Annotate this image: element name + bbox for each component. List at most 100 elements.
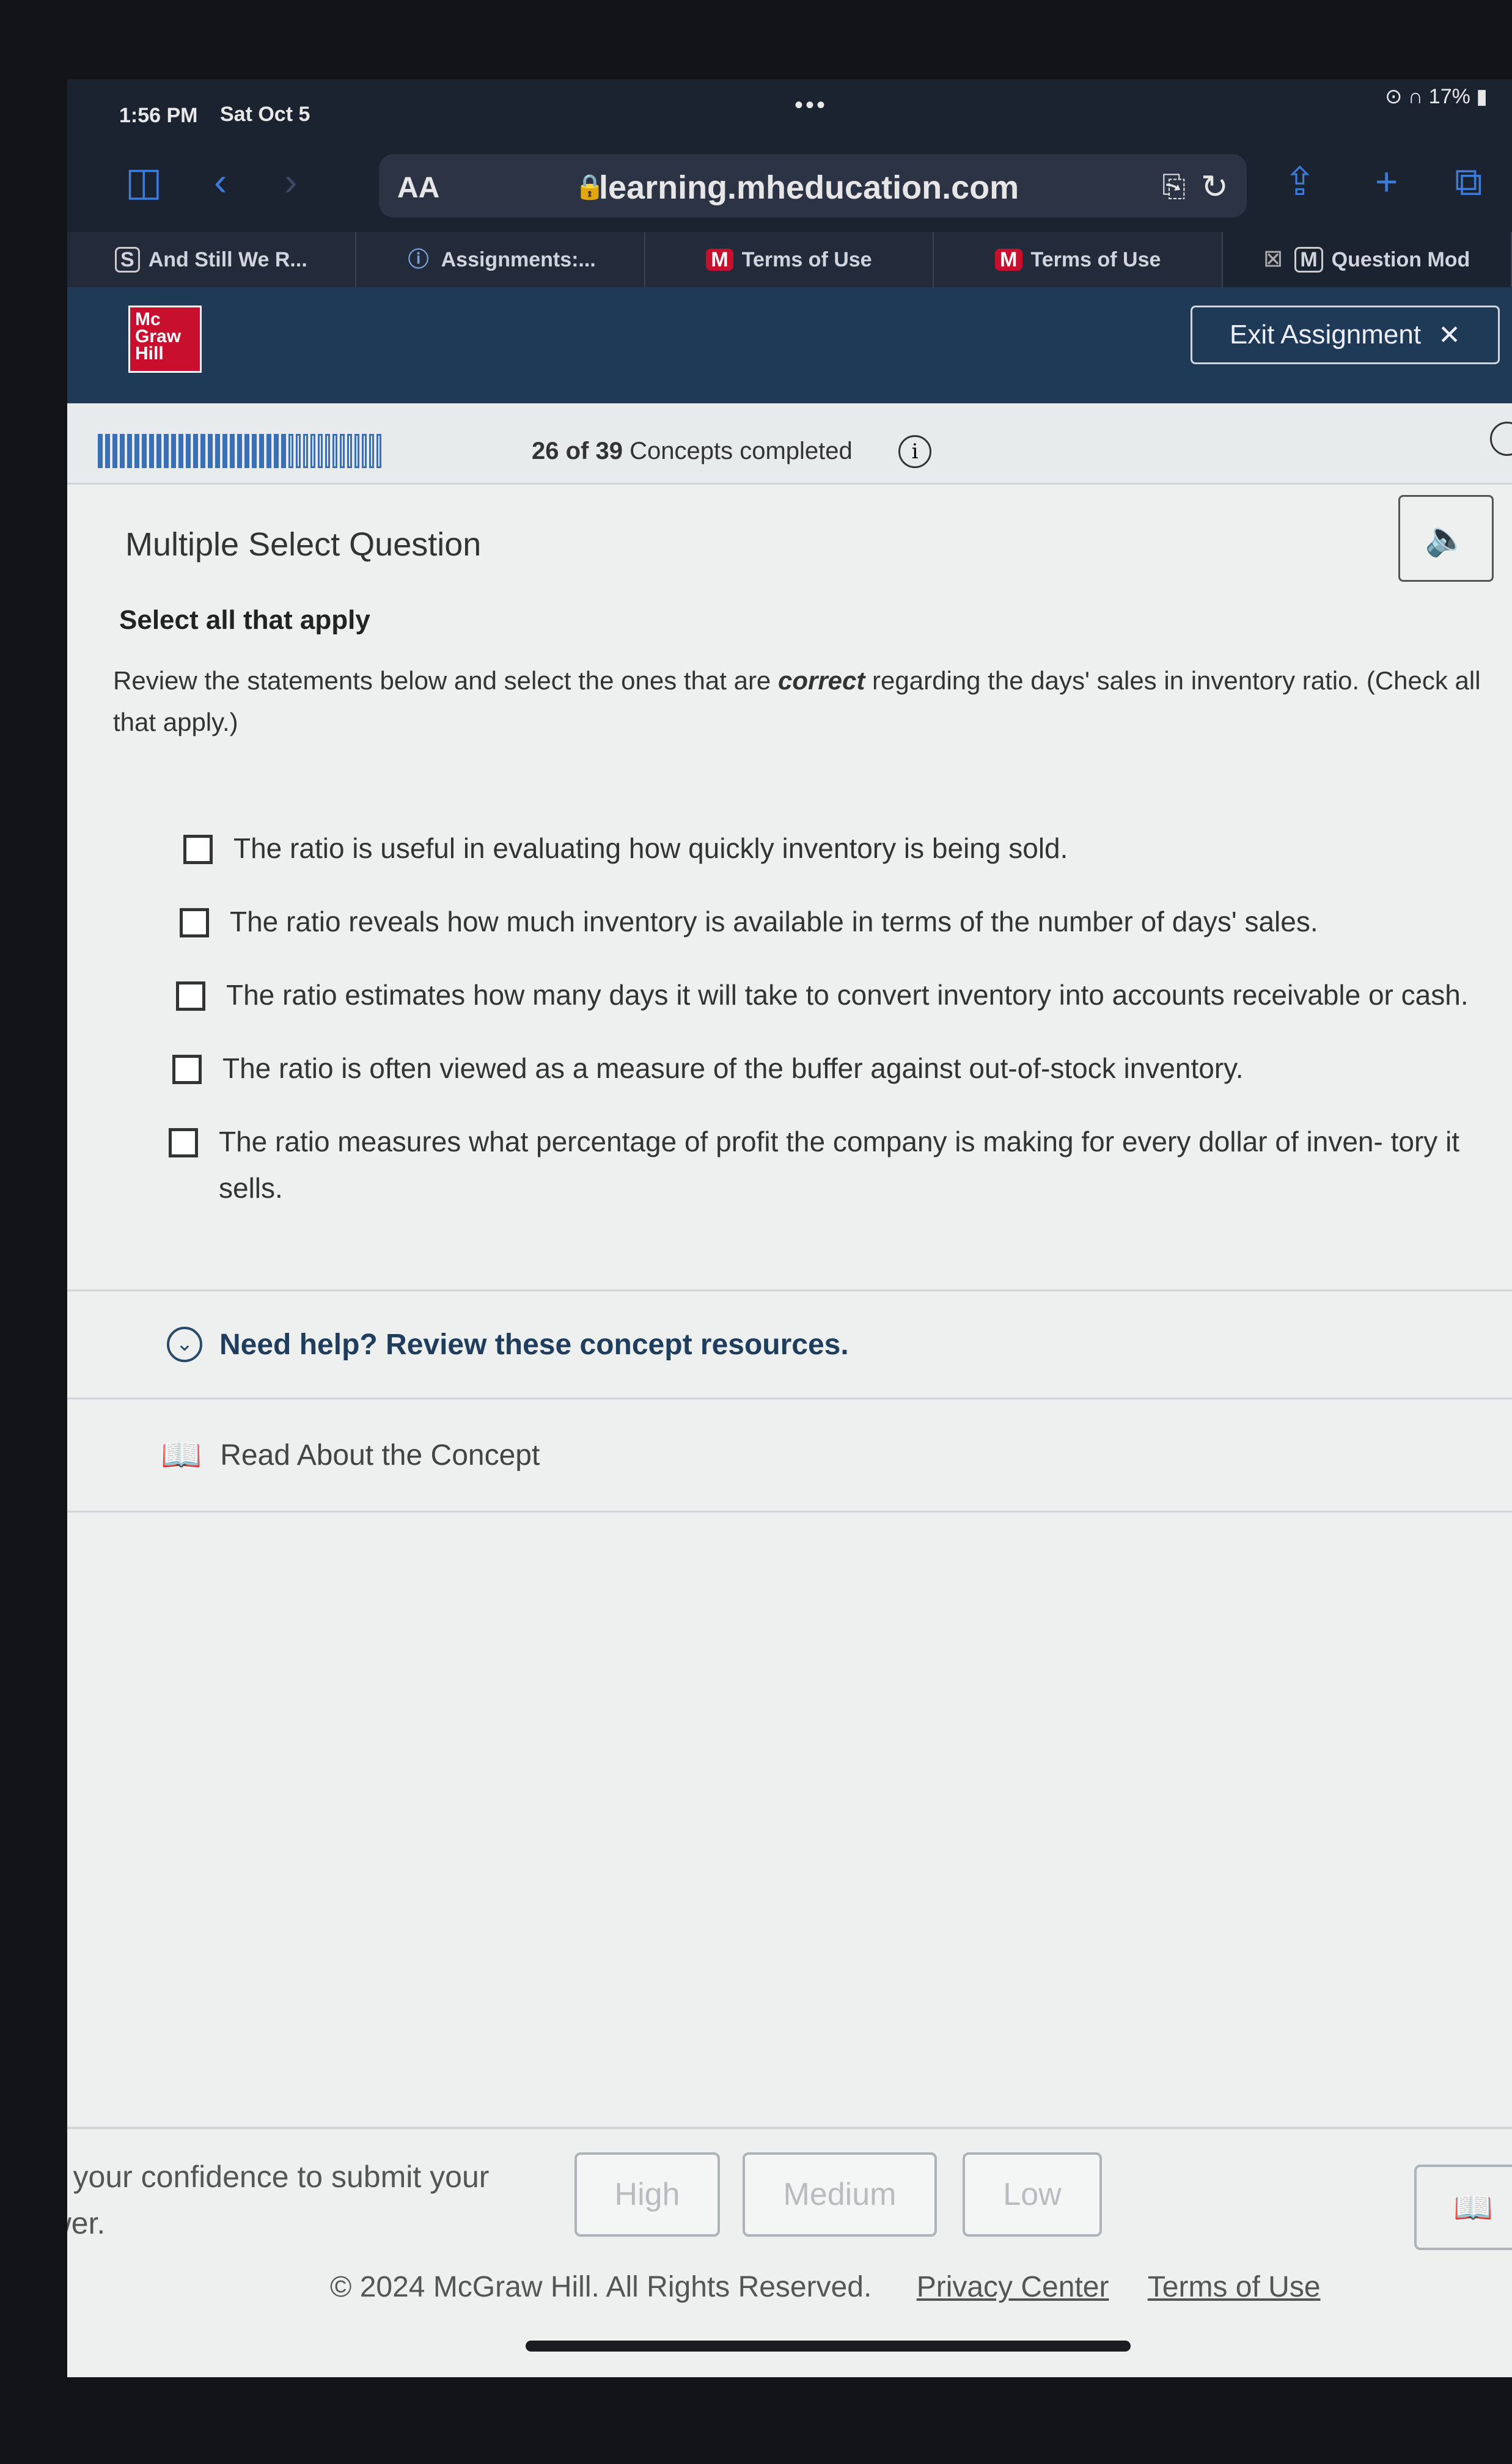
progress-segment-incomplete — [332, 434, 337, 468]
status-bar: 1:56 PM Sat Oct 5 ••• ⊙ ∩ 17% ▮ — [67, 79, 1512, 141]
tab-assignments[interactable]: ⓘ Assignments:... — [356, 232, 645, 287]
confidence-bar: Rate your confidence to submit your answ… — [67, 2127, 1512, 2250]
mheducation-icon: M — [706, 249, 733, 271]
progress-segment-incomplete — [362, 434, 367, 468]
progress-segment-complete — [178, 434, 183, 468]
progress-section: 26 of 39 Concepts completed i — [67, 403, 1512, 485]
option-text: The ratio measures what percentage of pr… — [219, 1126, 1460, 1204]
tab-and-still-we-rise[interactable]: S And Still We R... — [67, 232, 356, 287]
url-text[interactable]: learning.mheducation.com — [599, 169, 1019, 207]
status-time: 1:56 PM — [119, 104, 198, 127]
progress-segment-complete — [105, 434, 110, 468]
assignments-icon: ⓘ — [408, 248, 429, 271]
option-2[interactable]: The ratio reveals how much inventory is … — [180, 898, 1497, 945]
progress-segment-complete — [134, 434, 139, 468]
book-icon: 📖 — [161, 1436, 202, 1473]
option-checkbox[interactable] — [172, 1055, 202, 1084]
multitask-dots-icon[interactable]: ••• — [795, 92, 828, 119]
read-concept-label: Read About the Concept — [220, 1439, 540, 1472]
progress-segment-complete — [222, 434, 227, 468]
option-checkbox[interactable] — [169, 1128, 198, 1157]
option-4[interactable]: The ratio is often viewed as a measure o… — [172, 1045, 1497, 1091]
forward-icon[interactable]: › — [284, 162, 297, 201]
progress-segment-incomplete — [340, 434, 345, 468]
exit-label: Exit Assignment — [1230, 320, 1422, 350]
option-checkbox[interactable] — [180, 908, 209, 937]
progress-segment-complete — [200, 434, 205, 468]
option-checkbox[interactable] — [183, 835, 213, 864]
progress-segment-incomplete — [325, 434, 330, 468]
progress-segment-complete — [120, 434, 125, 468]
question-prompt: Review the statements below and select t… — [113, 666, 1481, 736]
help-resources-toggle[interactable]: ⌄ Need help? Review these concept resour… — [67, 1289, 1512, 1399]
sidebar-icon[interactable]: ◫ — [125, 162, 162, 201]
progress-segment-incomplete — [303, 434, 308, 468]
back-icon[interactable]: ‹ — [214, 162, 227, 201]
progress-segment-complete — [274, 434, 279, 468]
progress-segment-incomplete — [310, 434, 315, 468]
progress-segment-complete — [252, 434, 257, 468]
progress-segment-complete — [156, 434, 161, 468]
close-icon: ✕ — [1438, 320, 1461, 350]
progress-segment-complete — [142, 434, 147, 468]
s-icon: S — [115, 247, 140, 273]
progress-segment-complete — [164, 434, 169, 468]
option-checkbox[interactable] — [176, 981, 205, 1011]
option-text: The ratio reveals how much inventory is … — [230, 906, 1318, 937]
exit-assignment-button[interactable]: Exit Assignment ✕ — [1191, 306, 1500, 364]
prompt-emphasis: correct — [777, 666, 865, 695]
progress-text: 26 of 39 Concepts completed — [532, 438, 853, 465]
app-header: Mc Graw Hill Exit Assignment ✕ — [67, 287, 1512, 403]
tab-terms-of-use-1[interactable]: M Terms of Use — [645, 232, 934, 287]
option-1[interactable]: The ratio is useful in evaluating how qu… — [183, 825, 1497, 871]
option-text: The ratio estimates how many days it wil… — [226, 979, 1469, 1011]
progress-segment-complete — [259, 434, 264, 468]
book-icon: 📖 — [1453, 2190, 1493, 2226]
reading-button[interactable]: 📖 — [1414, 2165, 1512, 2250]
option-5[interactable]: The ratio measures what percentage of pr… — [169, 1118, 1497, 1211]
privacy-center-link[interactable]: Privacy Center — [917, 2271, 1109, 2303]
tab-terms-of-use-2[interactable]: M Terms of Use — [934, 232, 1224, 287]
read-about-concept-link[interactable]: 📖 Read About the Concept — [67, 1399, 1512, 1513]
progress-segment-complete — [171, 434, 176, 468]
info-icon[interactable]: i — [898, 435, 931, 468]
progress-segment-incomplete — [354, 434, 359, 468]
progress-segment-complete — [215, 434, 220, 468]
instruction-text: Select all that apply — [119, 605, 370, 635]
device-screen: 1:56 PM Sat Oct 5 ••• ⊙ ∩ 17% ▮ ◫ ‹ › AA… — [67, 79, 1512, 2377]
confidence-low-button[interactable]: Low — [963, 2152, 1102, 2237]
close-tab-icon[interactable]: ☒ — [1264, 248, 1282, 272]
address-bar[interactable]: AA 🔒 learning.mheducation.com ⎘ ↻ — [379, 154, 1247, 218]
check-circle-icon[interactable] — [1490, 422, 1512, 456]
page-footer: © 2024 McGraw Hill. All Rights Reserved.… — [330, 2270, 1321, 2304]
share-icon[interactable]: ⇪ — [1283, 162, 1316, 201]
reload-icon[interactable]: ↻ — [1201, 167, 1228, 206]
progress-label: Concepts completed — [629, 438, 853, 464]
progress-segment-complete — [186, 434, 191, 468]
reader-aa-button[interactable]: AA — [397, 171, 439, 205]
option-3[interactable]: The ratio estimates how many days it wil… — [176, 972, 1497, 1018]
progress-segment-incomplete — [318, 434, 323, 468]
mheducation-icon: M — [995, 249, 1022, 271]
progress-segment-complete — [149, 434, 154, 468]
confidence-medium-button[interactable]: Medium — [743, 2152, 937, 2237]
progress-segment-incomplete — [347, 434, 352, 468]
progress-segment-incomplete — [369, 434, 374, 468]
tab-question-mode[interactable]: ☒ M Question Mod — [1223, 232, 1512, 287]
tab-overview-icon[interactable]: ⧉ — [1455, 162, 1483, 201]
progress-segment-complete — [244, 434, 249, 468]
extension-icon[interactable]: ⎘ — [1162, 170, 1186, 204]
options-list: The ratio is useful in evaluating how qu… — [169, 825, 1497, 1238]
help-title: Need help? Review these concept resource… — [219, 1328, 849, 1361]
option-text: The ratio is often viewed as a measure o… — [222, 1052, 1244, 1084]
read-aloud-button[interactable]: 🔈 — [1398, 495, 1494, 582]
m-icon: M — [1294, 247, 1323, 273]
confidence-high-button[interactable]: High — [574, 2152, 720, 2237]
progress-segment-incomplete — [296, 434, 301, 468]
new-tab-icon[interactable]: + — [1375, 162, 1398, 201]
home-indicator[interactable] — [526, 2341, 1131, 2352]
speaker-icon: 🔈 — [1425, 519, 1467, 557]
terms-of-use-link[interactable]: Terms of Use — [1148, 2271, 1321, 2303]
progress-segment-complete — [281, 434, 286, 468]
progress-segment-complete — [112, 434, 117, 468]
